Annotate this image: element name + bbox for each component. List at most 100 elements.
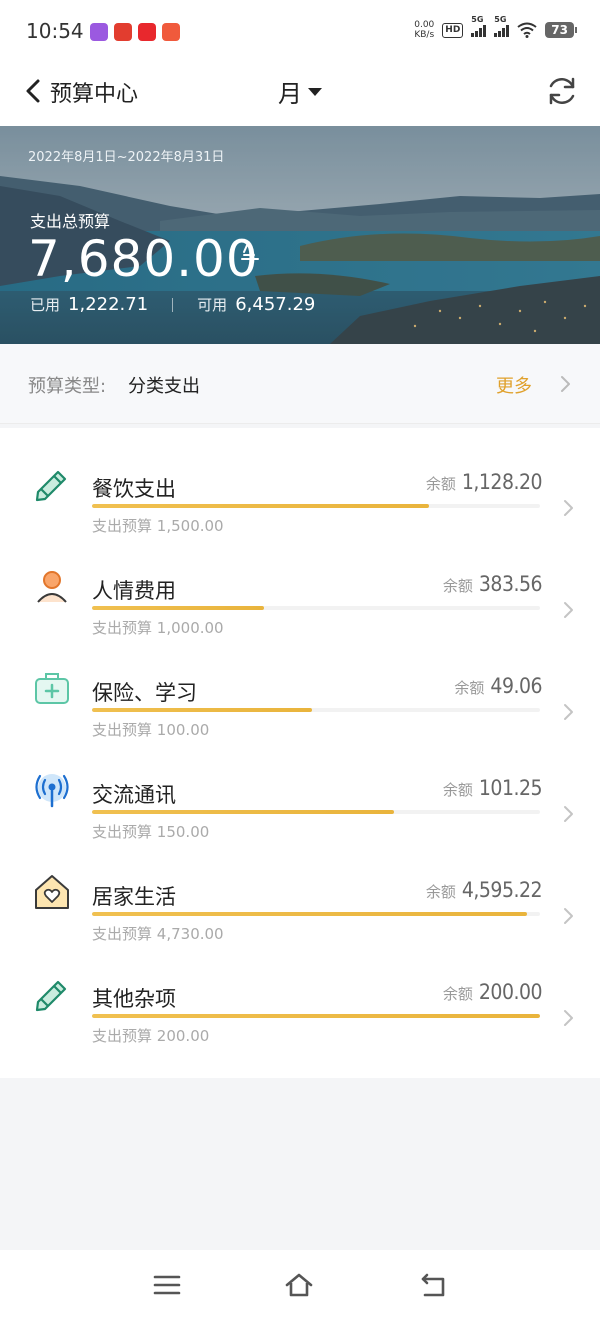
- progress-bar: [92, 810, 540, 814]
- app-notification-icon: [138, 23, 156, 41]
- available-label: 可用: [197, 296, 228, 314]
- progress-bar: [92, 606, 540, 610]
- divider: [172, 297, 174, 312]
- budget-item[interactable]: 人情费用 余额 383.56 支出预算 1,000.00: [0, 530, 600, 637]
- remaining-label: 余额: [442, 577, 473, 595]
- status-bar: 10:54 0.00 KB/s HD 5G 5G 73: [0, 0, 600, 62]
- signal-icon: 5G: [471, 15, 487, 37]
- remaining-value: 101.25: [478, 776, 543, 800]
- wifi-icon: [517, 22, 537, 38]
- person-icon: [37, 571, 67, 603]
- medical-kit-icon: [35, 673, 69, 704]
- budget-amount: 支出预算 200.00: [92, 1025, 209, 1046]
- app-notification-icon: [90, 23, 108, 41]
- signal-label: 5G: [471, 15, 484, 24]
- progress-fill: [92, 708, 312, 712]
- progress-fill: [92, 912, 527, 916]
- remaining-label: 余额: [454, 679, 485, 697]
- category-name: 交流通讯: [92, 783, 176, 807]
- caret-down-icon: [308, 87, 322, 96]
- remaining-value: 200.00: [478, 980, 543, 1004]
- hd-badge: HD: [442, 22, 464, 38]
- status-indicators: 0.00 KB/s HD 5G 5G 73: [414, 15, 577, 40]
- progress-fill: [92, 606, 265, 610]
- chevron-right-icon: [564, 806, 573, 822]
- remaining-label: 余额: [442, 985, 473, 1003]
- pencil-icon: [35, 470, 67, 502]
- remaining-label: 余额: [425, 883, 456, 901]
- used-amount: 1,222.71: [68, 294, 149, 315]
- remaining-value: 1,128.20: [461, 470, 543, 494]
- signal-icon: 5G: [494, 15, 510, 37]
- budget-label: 支出预算: [92, 1027, 153, 1045]
- edit-icon[interactable]: [236, 239, 264, 267]
- network-speed-unit: KB/s: [414, 30, 435, 40]
- progress-bar: [92, 1014, 540, 1018]
- progress-bar: [92, 708, 540, 712]
- budget-value: 200.00: [156, 1027, 210, 1045]
- remaining-amount: 余额 1,128.20: [426, 470, 543, 494]
- refresh-icon[interactable]: [544, 73, 580, 109]
- network-speed: 0.00 KB/s: [414, 20, 434, 40]
- category-name: 其他杂项: [92, 987, 176, 1011]
- progress-fill: [92, 810, 395, 814]
- notification-icons: [90, 23, 180, 41]
- category-name: 人情费用: [92, 579, 176, 603]
- budget-type-label: 预算类型:: [28, 376, 107, 397]
- total-budget-label: 支出总预算: [30, 212, 111, 231]
- chevron-right-icon: [564, 908, 573, 924]
- home-heart-icon: [35, 875, 69, 909]
- budget-item[interactable]: 保险、学习 余额 49.06 支出预算 100.00: [0, 632, 600, 739]
- category-name: 餐饮支出: [92, 477, 176, 501]
- remaining-value: 4,595.22: [461, 878, 543, 902]
- progress-fill: [92, 1014, 540, 1018]
- app-header: 预算中心 月: [0, 62, 600, 126]
- chevron-right-icon: [561, 376, 570, 392]
- remaining-amount: 余额 4,595.22: [425, 878, 543, 902]
- budget-summary-banner: 2022年8月1日~2022年8月31日 支出总预算 7,680.00 已用 1…: [0, 126, 600, 344]
- app-notification-icon: [162, 23, 180, 41]
- budget-item[interactable]: 餐饮支出 余额 1,128.20 支出预算 1,500.00: [0, 428, 600, 535]
- date-range: 2022年8月1日~2022年8月31日: [28, 150, 225, 165]
- back-icon[interactable]: [418, 1270, 448, 1300]
- budget-category-list: 餐饮支出 余额 1,128.20 支出预算 1,500.00 人情费用 余额 3…: [0, 428, 600, 1078]
- progress-bar: [92, 504, 540, 508]
- remaining-value: 49.06: [490, 674, 542, 698]
- back-button[interactable]: [18, 76, 48, 106]
- antenna-icon: [35, 774, 69, 808]
- app-notification-icon: [114, 23, 132, 41]
- chevron-right-icon: [564, 704, 573, 720]
- category-name: 居家生活: [92, 885, 176, 909]
- budget-usage-row: 已用 1,222.71 可用 6,457.29: [30, 294, 315, 315]
- pencil-icon: [35, 980, 67, 1012]
- remaining-value: 383.56: [478, 572, 543, 596]
- budget-item[interactable]: 其他杂项 余额 200.00 支出预算 200.00: [0, 938, 600, 1045]
- more-link[interactable]: 更多: [496, 372, 532, 398]
- remaining-amount: 余额 49.06: [454, 674, 542, 698]
- progress-fill: [92, 504, 429, 508]
- network-speed-value: 0.00: [414, 20, 435, 30]
- remaining-amount: 余额 200.00: [442, 980, 543, 1004]
- chevron-left-icon: [26, 79, 40, 103]
- chevron-right-icon: [564, 500, 573, 516]
- remaining-amount: 余额 383.56: [442, 572, 543, 596]
- menu-icon[interactable]: [152, 1270, 182, 1300]
- progress-bar: [92, 912, 540, 916]
- period-selector[interactable]: 月: [278, 74, 322, 109]
- chevron-right-icon: [564, 1010, 573, 1026]
- page-title: 预算中心: [50, 82, 139, 107]
- total-budget-amount: 7,680.00: [28, 230, 259, 288]
- status-time: 10:54: [26, 19, 84, 43]
- chevron-right-icon: [564, 602, 573, 618]
- remaining-label: 余额: [442, 781, 473, 799]
- budget-item[interactable]: 居家生活 余额 4,595.22 支出预算 4,730.00: [0, 836, 600, 943]
- home-icon[interactable]: [284, 1270, 314, 1300]
- signal-label: 5G: [494, 15, 507, 24]
- battery-indicator: 73: [545, 22, 577, 38]
- system-navigation-bar: [0, 1250, 600, 1320]
- budget-type-value: 分类支出: [128, 376, 200, 397]
- category-name: 保险、学习: [92, 681, 197, 705]
- budget-item[interactable]: 交流通讯 余额 101.25 支出预算 150.00: [0, 734, 600, 841]
- used-label: 已用: [30, 296, 61, 314]
- budget-type-row[interactable]: 预算类型: 分类支出 更多: [0, 344, 600, 424]
